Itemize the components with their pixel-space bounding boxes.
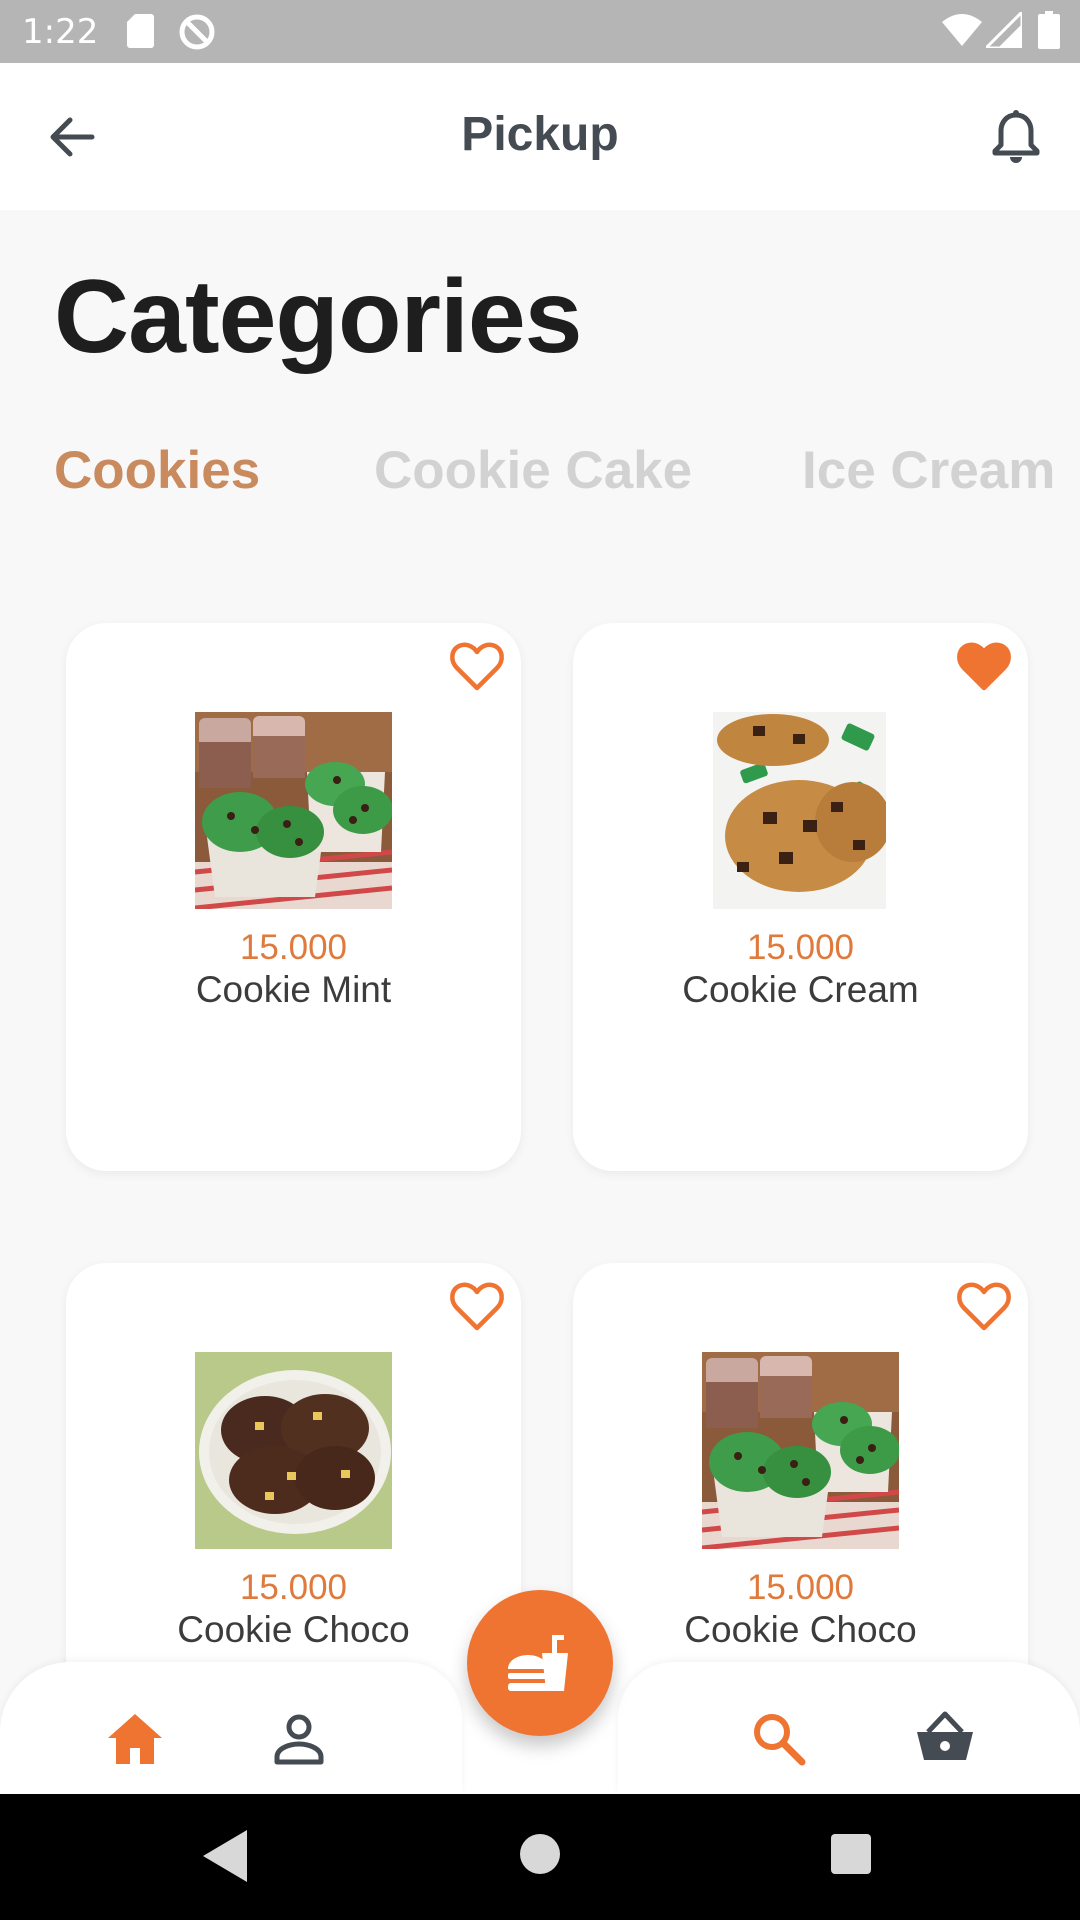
product-name: Cookie Cream xyxy=(682,969,919,1010)
app-bar-title: Pickup xyxy=(461,108,619,161)
page-title: Categories xyxy=(54,259,583,375)
product-image xyxy=(195,712,392,909)
product-name: Cookie Choco xyxy=(177,1609,410,1650)
system-recents-icon[interactable] xyxy=(831,1834,871,1874)
product-name: Cookie Choco xyxy=(684,1609,917,1650)
fast-food-fab[interactable] xyxy=(467,1590,613,1736)
sd-card-icon xyxy=(127,14,154,48)
system-back-icon[interactable] xyxy=(203,1830,247,1882)
signal-icon xyxy=(986,12,1022,48)
product-image xyxy=(713,712,886,909)
basket-icon[interactable] xyxy=(914,1708,976,1770)
product-price: 15.000 xyxy=(746,1568,855,1607)
tab-ice-cream[interactable]: Ice Cream xyxy=(802,440,1055,501)
product-price: 15.000 xyxy=(239,928,348,967)
product-image xyxy=(195,1352,392,1549)
favorite-filled-icon[interactable] xyxy=(956,641,1012,693)
tab-cookies[interactable]: Cookies xyxy=(54,440,260,501)
nav-left-panel xyxy=(0,1662,462,1794)
person-icon[interactable] xyxy=(268,1708,330,1770)
system-nav-bar xyxy=(0,1794,1080,1920)
system-home-icon[interactable] xyxy=(520,1834,560,1874)
nav-right-panel xyxy=(618,1662,1080,1794)
product-card[interactable]: 15.000 Cookie Mint xyxy=(66,623,521,1171)
product-price: 15.000 xyxy=(746,928,855,967)
product-name: Cookie Mint xyxy=(195,969,392,1010)
tab-cookie-cake[interactable]: Cookie Cake xyxy=(374,440,692,501)
home-icon[interactable] xyxy=(104,1708,166,1770)
product-card[interactable]: 15.000 Cookie Cream xyxy=(573,623,1028,1171)
search-icon[interactable] xyxy=(748,1708,810,1770)
app-bar: Pickup xyxy=(0,63,1080,210)
favorite-outline-icon[interactable] xyxy=(449,1281,505,1333)
product-image xyxy=(702,1352,899,1549)
category-tabs: Cookies Cookie Cake Ice Cream xyxy=(0,440,1080,510)
battery-icon xyxy=(1038,11,1060,49)
product-price: 15.000 xyxy=(239,1568,348,1607)
status-time: 1:22 xyxy=(22,12,99,52)
notification-bell-icon[interactable] xyxy=(990,109,1042,165)
wifi-icon xyxy=(942,14,982,46)
favorite-outline-icon[interactable] xyxy=(956,1281,1012,1333)
sync-disabled-icon xyxy=(179,14,215,50)
favorite-outline-icon[interactable] xyxy=(449,641,505,693)
status-bar: 1:22 xyxy=(0,0,1080,63)
fastfood-icon xyxy=(508,1635,568,1691)
